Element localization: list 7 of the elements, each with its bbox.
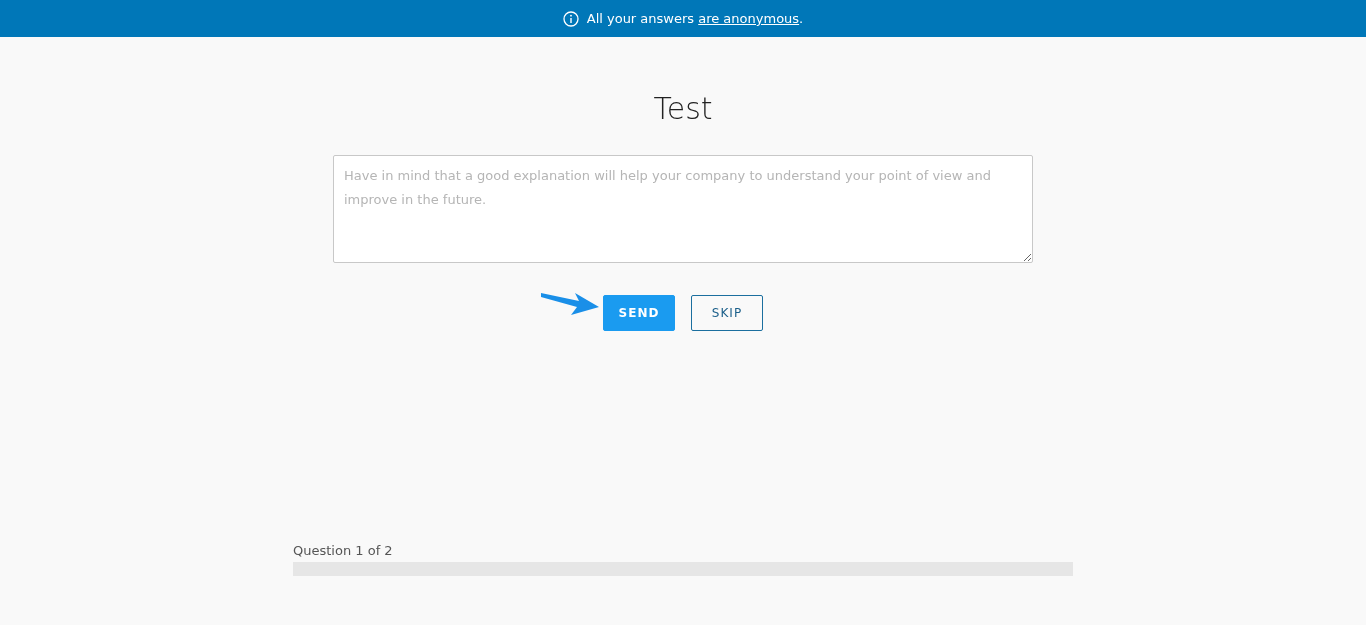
info-icon bbox=[562, 10, 579, 27]
survey-title: Test bbox=[653, 91, 713, 127]
question-counter: Question 1 of 2 bbox=[293, 543, 394, 558]
answer-field[interactable]: Have in mind that a good explanation will help your company to understand your point of view and improve in the future. bbox=[333, 155, 1033, 263]
skip-button[interactable]: SKIP bbox=[691, 295, 763, 331]
anonymity-notice: All your answers are anonymous. bbox=[586, 11, 804, 26]
send-button[interactable]: SEND bbox=[603, 295, 675, 331]
